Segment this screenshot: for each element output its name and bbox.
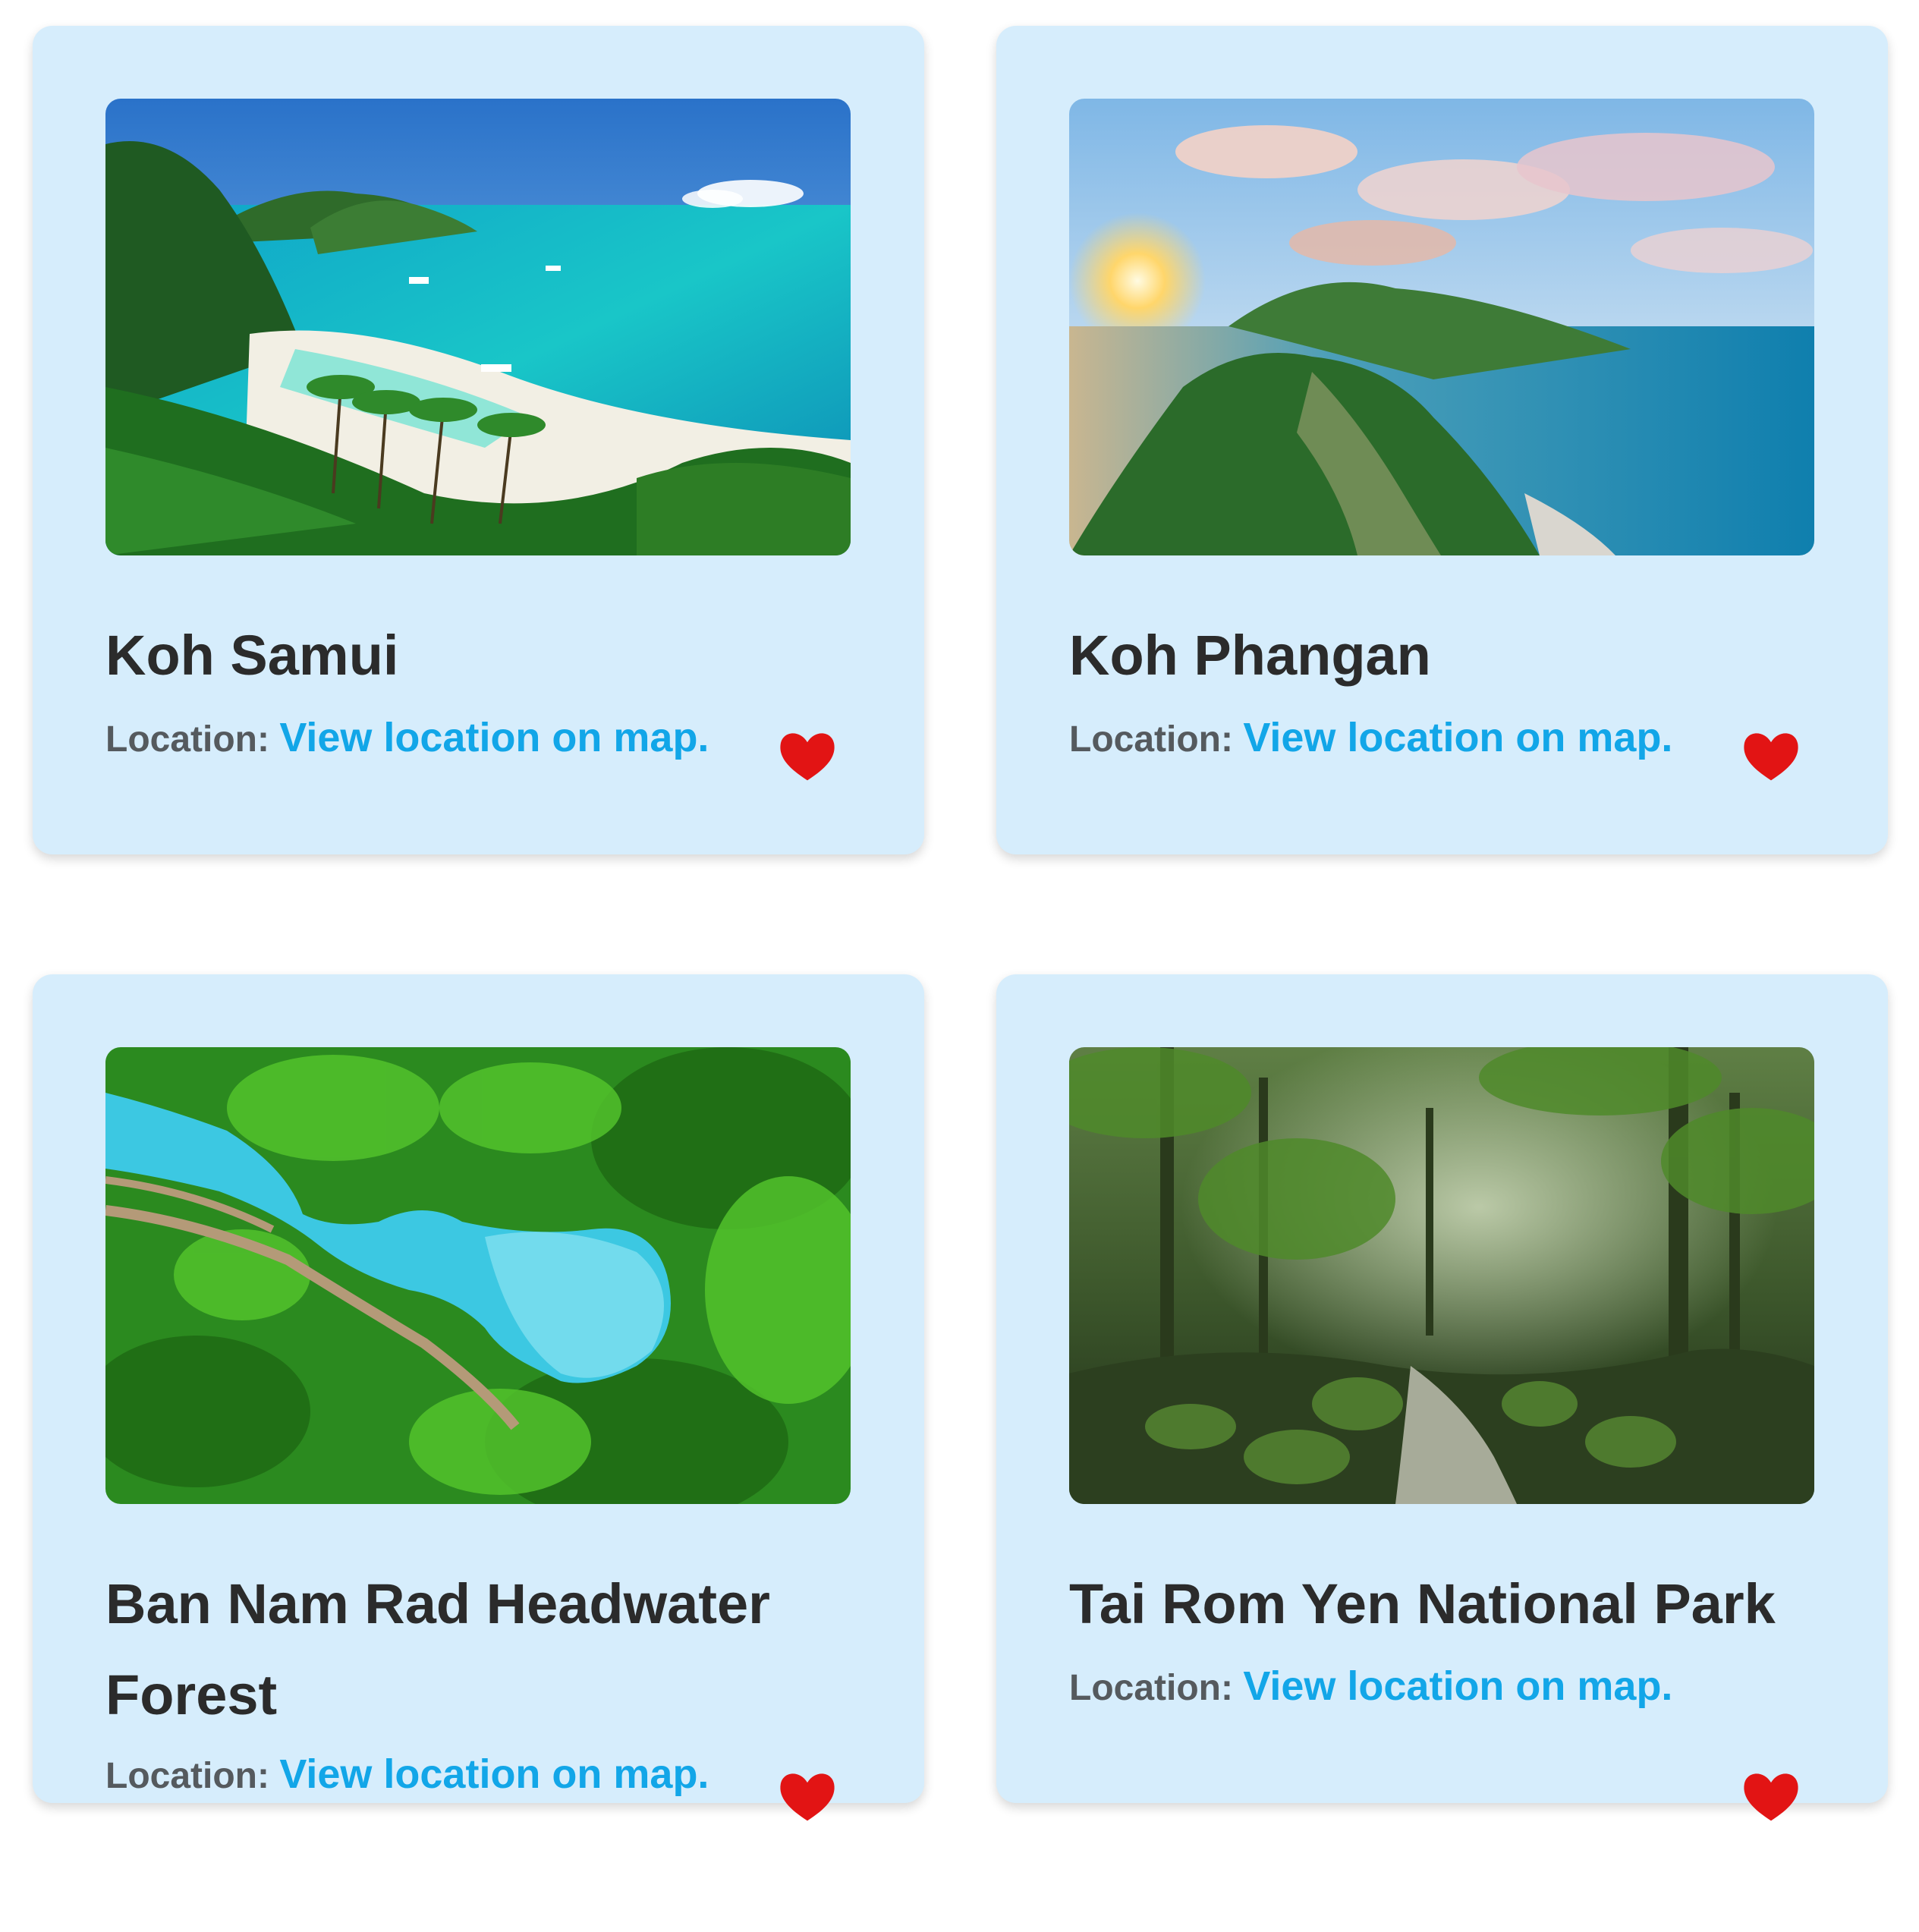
view-location-link[interactable]: View location on map. xyxy=(1243,1663,1672,1709)
destination-photo[interactable] xyxy=(105,1047,851,1504)
location-row: Location: View location on map. xyxy=(1069,714,1672,761)
view-location-link[interactable]: View location on map. xyxy=(279,715,709,760)
destination-photo[interactable] xyxy=(105,99,851,555)
location-row: Location: View location on map. xyxy=(105,714,709,761)
heart-icon[interactable] xyxy=(775,727,839,782)
destination-title: Tai Rom Yen National Park xyxy=(1069,1572,1776,1635)
location-label: Location: xyxy=(1069,1668,1233,1708)
destination-card: Koh Phangan Location: View location on m… xyxy=(996,26,1888,854)
heart-icon[interactable] xyxy=(1739,1767,1803,1822)
destination-title: Koh Phangan xyxy=(1069,624,1431,687)
destination-card: Tai Rom Yen National Park Location: View… xyxy=(996,974,1888,1821)
destination-card: Ban Nam Rad Headwater Forest Location: V… xyxy=(33,974,924,1821)
location-label: Location: xyxy=(1069,719,1233,760)
view-location-link[interactable]: View location on map. xyxy=(279,1751,709,1797)
location-label: Location: xyxy=(105,719,269,760)
location-row: Location: View location on map. xyxy=(105,1751,709,1798)
heart-icon[interactable] xyxy=(1739,727,1803,782)
destination-title: Koh Samui xyxy=(105,624,399,687)
destination-photo[interactable] xyxy=(1069,1047,1814,1504)
location-row: Location: View location on map. xyxy=(1069,1663,1672,1710)
location-label: Location: xyxy=(105,1756,269,1796)
heart-icon[interactable] xyxy=(775,1767,839,1822)
destination-title: Ban Nam Rad Headwater Forest xyxy=(105,1572,770,1726)
view-location-link[interactable]: View location on map. xyxy=(1243,715,1672,760)
destination-card: Koh Samui Location: View location on map… xyxy=(33,26,924,854)
destination-photo[interactable] xyxy=(1069,99,1814,555)
